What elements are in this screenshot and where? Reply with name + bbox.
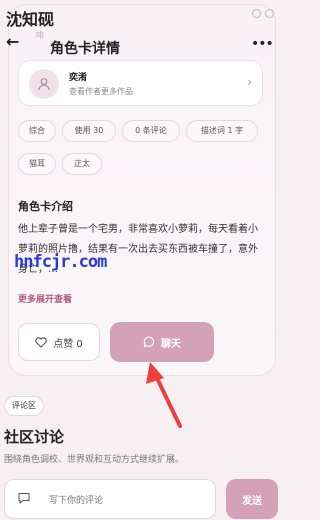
back-arrow-icon[interactable]: ←	[6, 34, 19, 50]
community-subtitle: 围绕角色调校、世界观和互动方式继续扩展。	[4, 455, 185, 465]
author-name: 奕淆	[69, 73, 88, 83]
comments-badge: 评论区	[4, 396, 44, 416]
author-row[interactable]: 奕淆 查看作者更多作品 ›	[18, 60, 263, 106]
heart-icon	[35, 336, 47, 348]
chat-bubble-icon	[143, 336, 155, 348]
tag-item[interactable]: 使用 30	[62, 120, 116, 142]
annotation-arrow	[146, 362, 182, 428]
user-icon	[38, 78, 50, 91]
tag-item[interactable]: 综合	[18, 120, 56, 142]
intro-title: 角色卡介绍	[18, 200, 73, 213]
tag-item[interactable]: 0 条评论	[122, 120, 180, 142]
like-label: 点赞 0	[53, 338, 83, 350]
comment-icon	[18, 492, 30, 504]
chat-label: 聊天	[161, 338, 181, 350]
chevron-right-icon: ›	[247, 75, 252, 89]
background-app-title: 沈知砚	[6, 10, 55, 29]
author-subtitle: 查看作者更多作品	[69, 87, 133, 96]
expand-link[interactable]: 更多展开查看	[18, 292, 72, 305]
faded-background-text: 啡	[36, 31, 44, 40]
tag-item[interactable]: 正太	[62, 153, 102, 175]
tag-item[interactable]: 猫耳	[18, 153, 56, 175]
chat-button[interactable]: 聊天	[110, 322, 214, 362]
comment-input[interactable]: 写下你的评论	[4, 479, 216, 519]
more-options-icon[interactable]: •••	[251, 36, 274, 52]
avatar	[29, 69, 59, 99]
community-title: 社区讨论	[4, 428, 65, 446]
status-icons	[252, 9, 274, 18]
page-title: 角色卡详情	[50, 41, 120, 57]
send-button[interactable]: 发送	[226, 479, 278, 519]
watermark: hnfcjr.com	[14, 252, 107, 272]
like-button[interactable]: 点赞 0	[18, 323, 100, 361]
tag-item[interactable]: 描述词 1 字	[186, 120, 258, 142]
comment-placeholder: 写下你的评论	[49, 496, 104, 506]
